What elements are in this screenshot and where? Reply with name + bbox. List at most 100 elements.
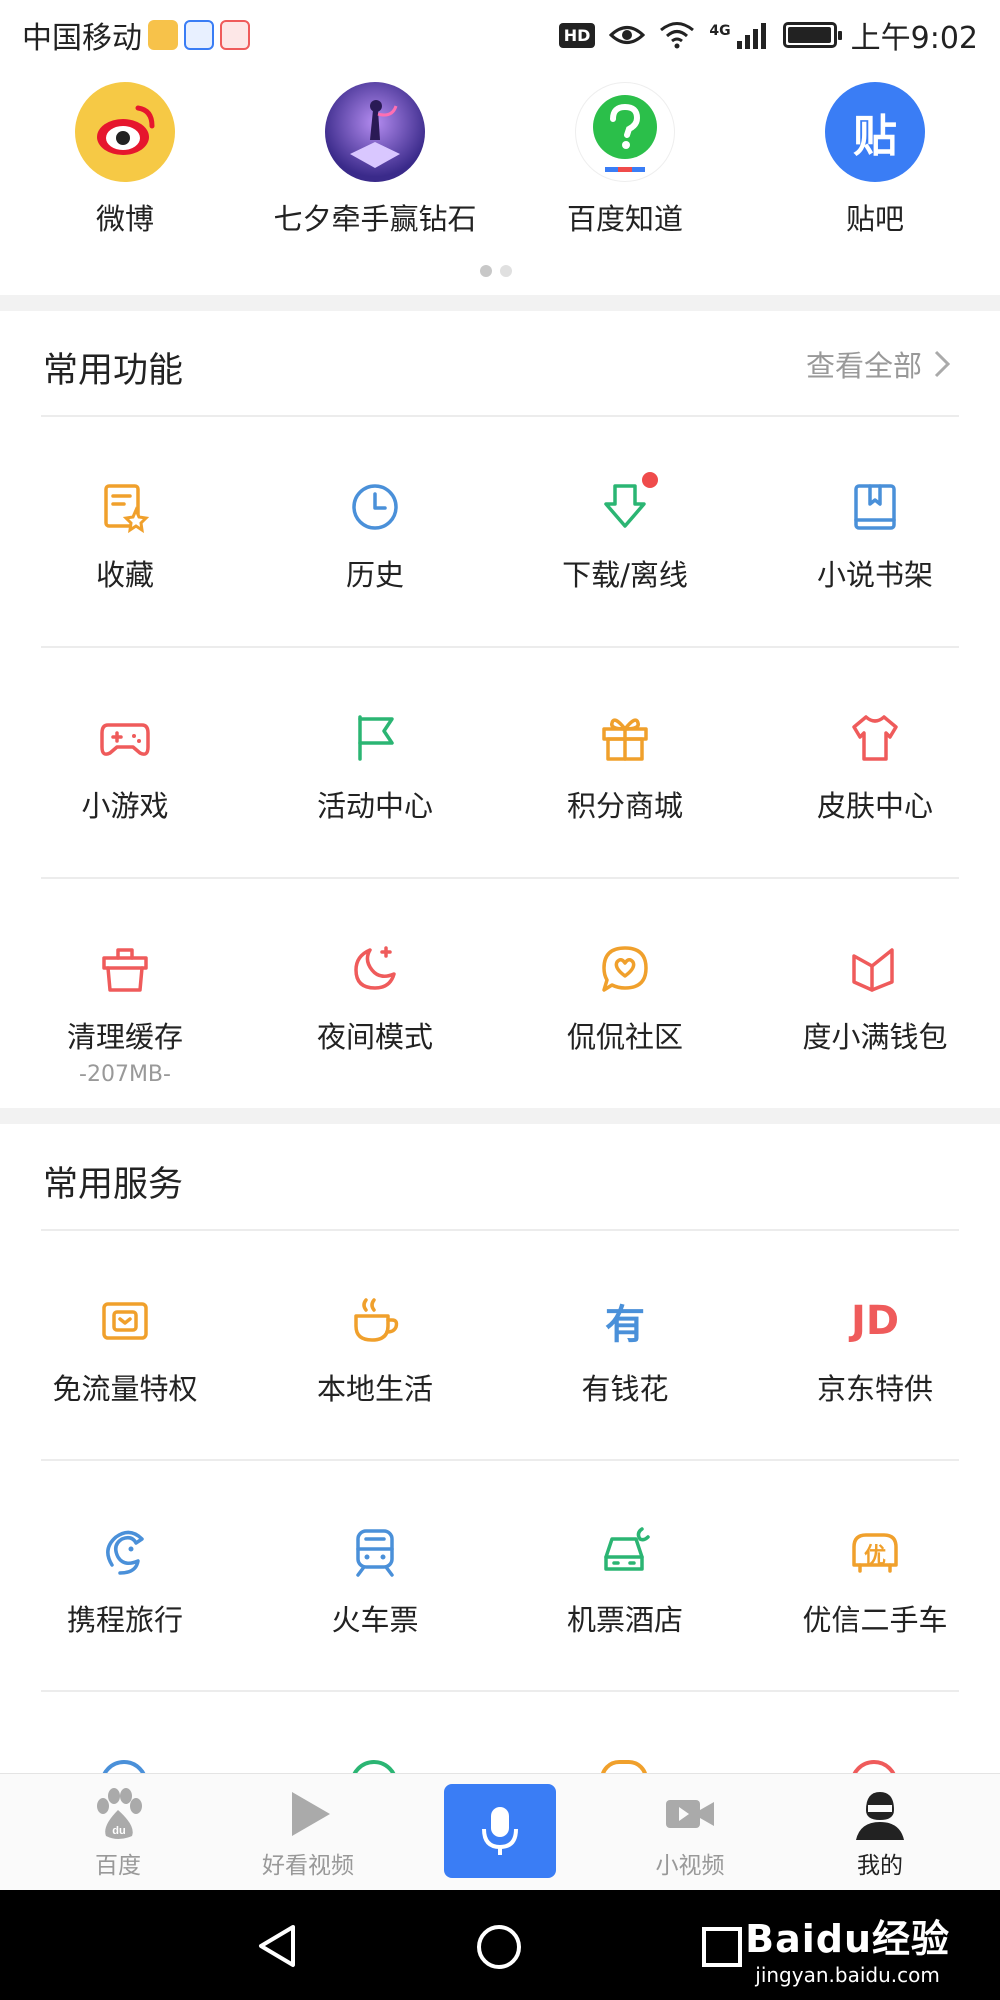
status-right: HD 4G 上午9:02: [558, 13, 978, 57]
grid-item-coffee-cup[interactable]: 本地生活: [250, 1294, 500, 1408]
used-car-icon: 优: [848, 1525, 902, 1579]
tab-haokan-video[interactable]: 好看视频: [213, 1786, 403, 1880]
user-icon: [856, 1792, 904, 1840]
grid-item-favorites[interactable]: 收藏: [0, 480, 250, 594]
gift-icon: [598, 711, 652, 765]
tab-baidu[interactable]: du 百度: [23, 1786, 213, 1880]
top-app-qixi[interactable]: 七夕牵手赢钻石: [250, 82, 500, 238]
grid-item-youqianhua[interactable]: 有有钱花: [500, 1294, 750, 1408]
grid-item-bookshelf[interactable]: 小说书架: [750, 480, 1000, 594]
back-icon[interactable]: [255, 1923, 299, 1969]
chat-heart-icon: [598, 942, 652, 996]
tieba-glyph: 贴: [853, 111, 897, 162]
flag-icon: [348, 711, 402, 765]
grid-item-gamepad[interactable]: 小游戏: [0, 711, 250, 825]
favorites-icon: [98, 480, 152, 534]
youqianhua-icon: 有: [598, 1294, 652, 1348]
grid-item-label: 优信二手车: [802, 1603, 948, 1637]
grid-item-label: 下载/离线: [562, 558, 688, 592]
carousel-dot: [500, 265, 512, 277]
grid-item-label: 免流量特权: [52, 1372, 198, 1406]
grid-item-broom[interactable]: 清理缓存 -207MB-: [0, 942, 250, 1087]
clock-icon: [348, 480, 402, 534]
baidu-jingyan-watermark: Baidu经验 jingyan.baidu.com: [745, 1908, 950, 1987]
divider: [41, 1690, 959, 1692]
peek-icon: [100, 1760, 148, 1774]
home-icon[interactable]: [475, 1923, 523, 1971]
section-separator: [0, 295, 1000, 311]
network-type: 4G: [709, 23, 731, 39]
microphone-icon: [482, 1807, 518, 1855]
top-app-label: 百度知道: [566, 202, 683, 236]
peek-icon: [350, 1760, 398, 1774]
car-moon-icon: [598, 1525, 652, 1579]
grid-item-label: 本地生活: [316, 1372, 433, 1406]
grid-item-label: 清理缓存: [66, 1020, 183, 1054]
top-app-weibo[interactable]: 微博: [0, 82, 250, 238]
tab-short-video[interactable]: 小视频: [595, 1786, 785, 1880]
grid-item-jd[interactable]: JD 京东特供: [750, 1294, 1000, 1408]
signal-icon: [736, 23, 766, 49]
sim-card-icon: [98, 1294, 152, 1348]
grid-item-chat-heart[interactable]: 侃侃社区: [500, 942, 750, 1056]
map-notification-icon: [220, 20, 250, 50]
grid-item-wallet[interactable]: 度小满钱包: [750, 942, 1000, 1056]
moon-icon: [348, 942, 402, 996]
grid-item-label: 皮肤中心: [816, 789, 933, 823]
tab-mine[interactable]: 我的: [785, 1786, 975, 1880]
services-next-row-peek: [0, 1758, 1000, 1774]
grid-item-car-moon[interactable]: 机票酒店: [500, 1525, 750, 1639]
grid-item-flag[interactable]: 活动中心: [250, 711, 500, 825]
grid-item-train[interactable]: 火车票: [250, 1525, 500, 1639]
voice-search-button[interactable]: [444, 1784, 556, 1878]
grid-item-label: 有钱花: [581, 1372, 669, 1406]
bookshelf-icon: [848, 480, 902, 534]
grid-item-label: 活动中心: [316, 789, 433, 823]
top-app-label: 贴吧: [845, 202, 904, 236]
train-icon: [348, 1525, 402, 1579]
grid-item-moon[interactable]: 夜间模式: [250, 942, 500, 1056]
tab-label: 好看视频: [262, 1853, 354, 1879]
top-apps-carousel: 微博 七夕牵手赢钻石 百度知道 贴 贴吧: [0, 70, 1000, 295]
download-icon: [598, 472, 658, 534]
see-all-label: 查看全部: [805, 349, 922, 383]
grid-item-download[interactable]: 下载/离线: [500, 472, 750, 594]
top-app-tieba[interactable]: 贴 贴吧: [750, 82, 1000, 238]
divider: [41, 646, 959, 648]
bottom-tab-bar: du 百度 好看视频 小视频 我的: [0, 1773, 1000, 1890]
grid-item-dolphin[interactable]: 携程旅行: [0, 1525, 250, 1639]
coffee-cup-icon: [348, 1294, 402, 1348]
shirt-icon: [848, 711, 902, 765]
carousel-dot-active: [480, 265, 492, 277]
grid-item-shirt[interactable]: 皮肤中心: [750, 711, 1000, 825]
cache-size-label: -207MB-: [79, 1062, 171, 1087]
qixi-promo-icon: [325, 82, 425, 182]
services-title: 常用服务: [43, 1165, 184, 1205]
baidu-notification-icon: [184, 20, 214, 50]
grid-item-label: 夜间模式: [316, 1020, 433, 1054]
top-app-zhidao[interactable]: 百度知道: [500, 82, 750, 238]
notification-dot: [642, 472, 658, 488]
wallet-icon: [848, 942, 902, 996]
recents-icon[interactable]: [700, 1925, 744, 1969]
top-app-label: 七夕牵手赢钻石: [273, 202, 477, 236]
grid-item-label: 积分商城: [566, 789, 683, 823]
broom-icon: [98, 942, 152, 996]
grid-item-sim-card[interactable]: 免流量特权: [0, 1294, 250, 1408]
wifi-icon: [660, 22, 695, 49]
grid-item-label: 火车票: [331, 1603, 419, 1637]
grid-item-label: 京东特供: [816, 1372, 933, 1406]
icon-glyph: 优: [863, 1544, 886, 1569]
carousel-dots: [480, 265, 512, 277]
see-all-link[interactable]: 查看全部: [806, 343, 950, 385]
divider: [41, 1229, 959, 1231]
grid-item-gift[interactable]: 积分商城: [500, 711, 750, 825]
top-app-label: 微博: [95, 202, 154, 236]
grid-item-clock[interactable]: 历史: [250, 480, 500, 594]
gamepad-icon: [98, 711, 152, 765]
peek-icon: [600, 1760, 648, 1774]
divider: [41, 877, 959, 879]
functions-title: 常用功能: [43, 351, 184, 391]
paw-icon: du: [97, 1788, 142, 1839]
grid-item-used-car[interactable]: 优优信二手车: [750, 1525, 1000, 1639]
